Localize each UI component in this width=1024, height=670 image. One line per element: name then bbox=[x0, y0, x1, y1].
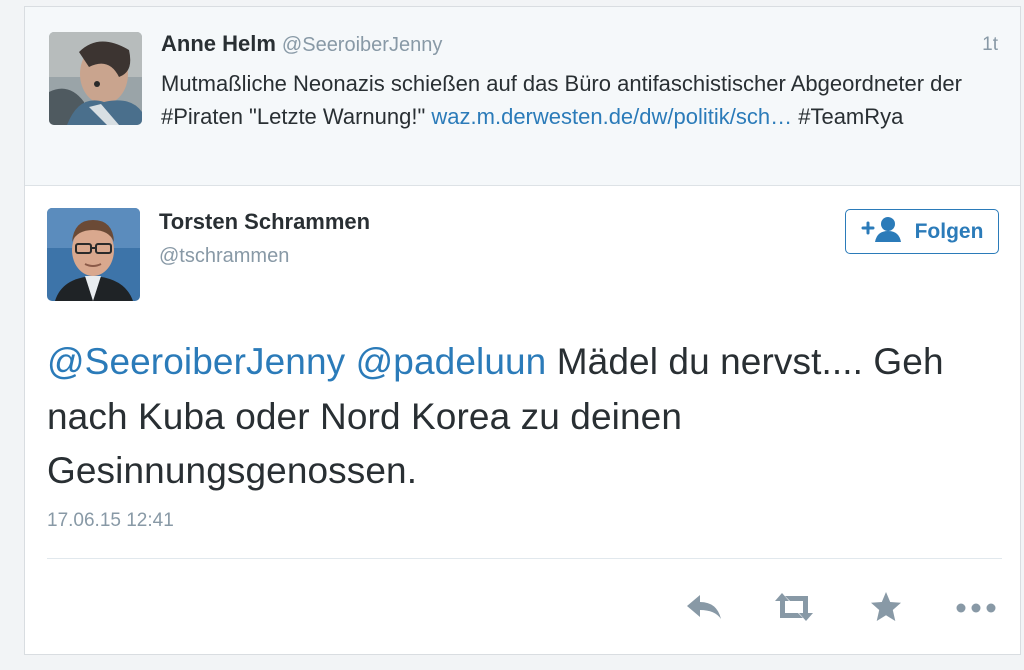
favorite-button[interactable] bbox=[866, 590, 906, 628]
anne-helm-avatar[interactable] bbox=[49, 32, 142, 125]
follow-label: Folgen bbox=[914, 219, 984, 243]
torsten-schrammen-avatar[interactable] bbox=[47, 208, 140, 301]
star-icon bbox=[870, 591, 902, 628]
more-button[interactable] bbox=[956, 590, 996, 628]
context-author-handle[interactable]: @SeeroiberJenny bbox=[282, 34, 442, 56]
mention-padeluun[interactable]: @padeluun bbox=[356, 341, 547, 382]
context-tweet-text: Mutmaßliche Neonazis schießen auf das Bü… bbox=[161, 68, 991, 133]
context-author[interactable]: Anne Helm @SeeroiberJenny bbox=[161, 31, 442, 57]
tweet-timestamp: 17.06.15 12:41 bbox=[47, 510, 174, 531]
retweet-button[interactable] bbox=[774, 590, 814, 628]
reply-icon bbox=[685, 593, 723, 626]
main-tweet-text: @SeeroiberJenny @padeluun Mädel du nervs… bbox=[47, 335, 1007, 499]
context-tweet[interactable]: Anne Helm @SeeroiberJenny 1t Mutmaßliche … bbox=[25, 7, 1020, 186]
follow-button[interactable]: Folgen bbox=[845, 209, 999, 254]
reply-button[interactable] bbox=[684, 590, 724, 628]
context-author-name[interactable]: Anne Helm bbox=[161, 31, 276, 56]
divider bbox=[47, 558, 1002, 559]
main-author-name[interactable]: Torsten Schrammen bbox=[159, 209, 370, 235]
context-text-part-2[interactable]: #TeamRya bbox=[792, 104, 903, 129]
context-link[interactable]: waz.m.derwesten.de/dw/politik/sch… bbox=[431, 104, 792, 129]
main-author-handle[interactable]: @tschrammen bbox=[159, 245, 289, 268]
mention-seeroiberjenny[interactable]: @SeeroiberJenny bbox=[47, 341, 345, 382]
follow-user-icon bbox=[861, 216, 903, 248]
tweet-card: Anne Helm @SeeroiberJenny 1t Mutmaßliche … bbox=[24, 6, 1021, 655]
more-icon bbox=[956, 600, 996, 618]
retweet-icon bbox=[772, 592, 816, 627]
context-time: 1t bbox=[982, 34, 998, 55]
